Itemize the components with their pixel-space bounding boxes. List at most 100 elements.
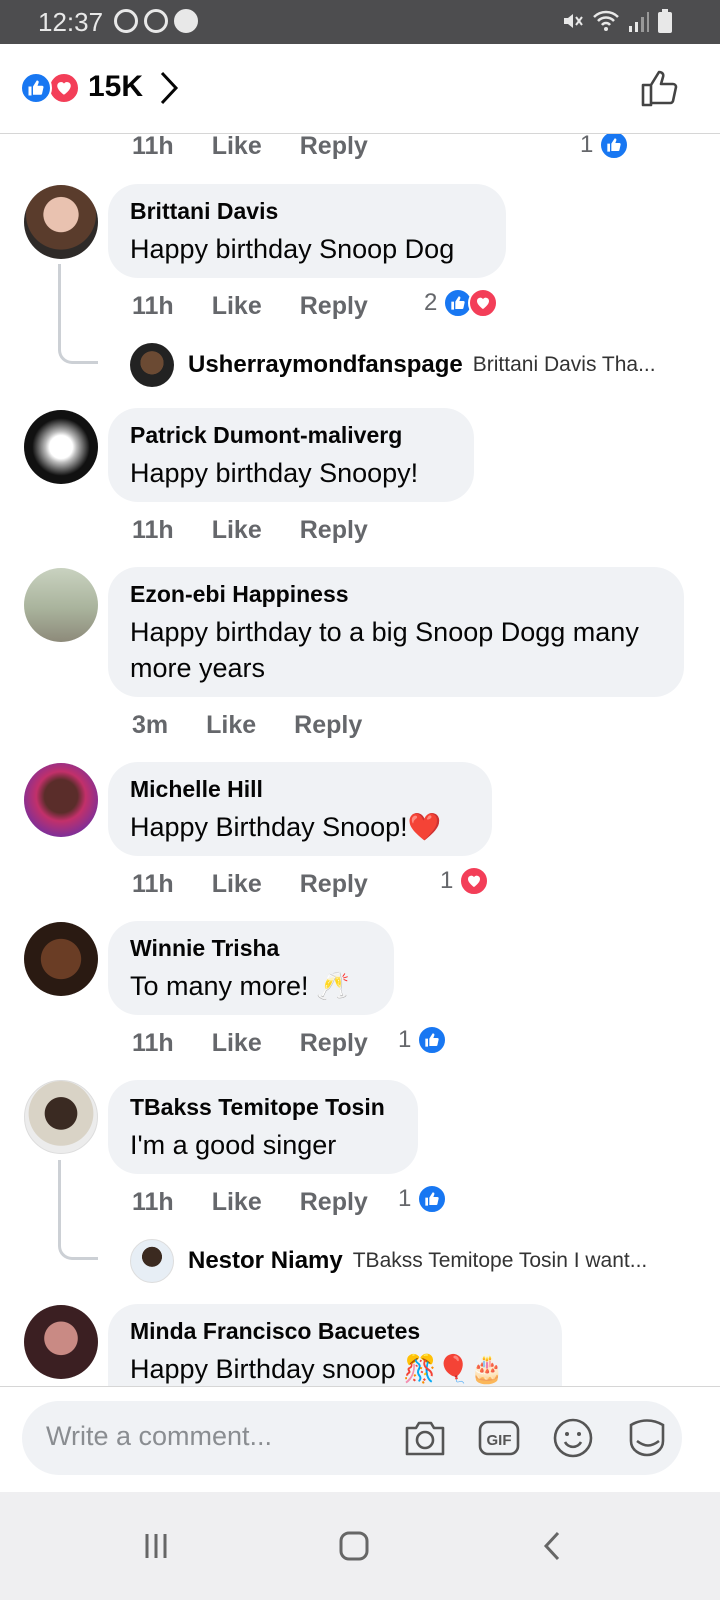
comment-reactions[interactable]: 1 <box>398 1025 448 1055</box>
comment-actions: 11h Like Reply <box>132 1029 406 1058</box>
recent-apps-icon[interactable] <box>136 1526 176 1566</box>
like-button[interactable]: Like <box>206 711 256 740</box>
comment-text: Happy birthday to a big Snoop Dogg many … <box>130 617 639 683</box>
avatar[interactable] <box>24 763 98 837</box>
home-icon[interactable] <box>334 1526 374 1566</box>
commenter-name[interactable]: Brittani Davis <box>130 198 484 225</box>
reply-button[interactable]: Reply <box>300 134 368 161</box>
chevron-right-icon[interactable] <box>158 70 180 106</box>
comment-text: Happy Birthday snoop 🎊🎈🎂 <box>130 1354 505 1384</box>
svg-text:GIF: GIF <box>487 1432 512 1449</box>
wifi-icon <box>593 10 619 31</box>
comment-actions: 11h Like Reply <box>132 292 406 321</box>
back-icon[interactable] <box>532 1526 572 1566</box>
love-reaction-icon <box>459 866 490 896</box>
comment-text: I'm a good singer <box>130 1130 337 1160</box>
reply-text: TBakss Temitope Tosin I want... <box>352 1249 648 1272</box>
sticker-icon[interactable] <box>624 1415 670 1461</box>
signal-icon <box>629 12 649 32</box>
reply-author[interactable]: Nestor Niamy <box>188 1247 343 1275</box>
love-reaction-icon <box>48 72 80 104</box>
commenter-name[interactable]: Michelle Hill <box>130 776 470 803</box>
comment-reactions[interactable]: 1 <box>398 1184 448 1214</box>
comment-reactions[interactable]: 1 <box>580 134 630 160</box>
avatar[interactable] <box>24 1080 98 1154</box>
reply-button[interactable]: Reply <box>300 516 368 545</box>
reply-button[interactable]: Reply <box>300 1188 368 1217</box>
reply-button[interactable]: Reply <box>300 292 368 321</box>
reaction-summary[interactable] <box>20 72 80 104</box>
like-reaction-icon <box>417 1025 448 1055</box>
comments-sheet: 15K 11h Like Reply 1 Brittani Davis Happ… <box>0 44 720 1492</box>
commenter-name[interactable]: Minda Francisco Bacuetes <box>130 1318 540 1345</box>
comment-input[interactable]: Write a comment... GIF <box>22 1401 682 1475</box>
comment-actions: 11h Like Reply <box>132 134 406 161</box>
avatar[interactable] <box>24 568 98 642</box>
comment-bubble: Brittani Davis Happy birthday Snoop Dog <box>108 184 506 278</box>
avatar[interactable] <box>24 410 98 484</box>
status-time: 12:37 <box>38 7 104 37</box>
comment-placeholder: Write a comment... <box>46 1421 273 1451</box>
status-bar: 12:37 <box>0 0 720 44</box>
comment-text: To many more! 🥂 <box>130 971 350 1001</box>
battery-icon <box>658 9 672 33</box>
camera-icon[interactable] <box>402 1415 448 1461</box>
comment-text: Happy birthday Snoop Dog <box>130 234 455 264</box>
notification-icon <box>144 9 168 33</box>
notification-icons <box>114 9 198 33</box>
reaction-count[interactable]: 15K <box>88 70 143 104</box>
comment-bubble: Winnie Trisha To many more! 🥂 <box>108 921 394 1015</box>
like-button[interactable]: Like <box>212 516 262 545</box>
reply-author[interactable]: Usherraymondfanspage <box>188 351 463 379</box>
comment-bubble: TBakss Temitope Tosin I'm a good singer <box>108 1080 418 1174</box>
like-button[interactable]: Like <box>212 292 262 321</box>
comment-time: 11h <box>132 516 174 544</box>
comment-reactions[interactable]: 1 <box>440 866 490 896</box>
reply-button[interactable]: Reply <box>294 711 362 740</box>
like-post-icon[interactable] <box>640 68 680 108</box>
like-button[interactable]: Like <box>212 134 262 161</box>
comment-composer: Write a comment... GIF <box>0 1386 720 1492</box>
reply-preview[interactable]: Nestor Niamy TBakss Temitope Tosin I wan… <box>130 1239 696 1283</box>
phone-icon <box>174 9 198 33</box>
reply-button[interactable]: Reply <box>300 870 368 899</box>
reply-text: Brittani Davis Tha... <box>472 353 656 376</box>
reactions-header: 15K <box>0 44 720 134</box>
comment-time: 11h <box>132 870 174 898</box>
comment-actions: 11h Like Reply <box>132 870 406 899</box>
avatar[interactable] <box>130 343 174 387</box>
commenter-name[interactable]: Winnie Trisha <box>130 935 372 962</box>
reply-preview[interactable]: Usherraymondfanspage Brittani Davis Tha.… <box>130 343 690 387</box>
avatar[interactable] <box>24 1305 98 1379</box>
emoji-icon[interactable] <box>550 1415 596 1461</box>
system-icons <box>560 9 672 33</box>
reply-button[interactable]: Reply <box>300 1029 368 1058</box>
like-button[interactable]: Like <box>212 870 262 899</box>
comment-reactions[interactable]: 2 <box>424 288 499 318</box>
like-reaction-icon <box>599 134 630 160</box>
composer-icons: GIF <box>402 1415 670 1461</box>
whatsapp-icon <box>114 9 138 33</box>
commenter-name[interactable]: Patrick Dumont-maliverg <box>130 422 452 449</box>
comment-time: 11h <box>132 1029 174 1057</box>
system-navigation-bar <box>0 1492 720 1600</box>
reply-thread-line <box>58 264 98 364</box>
like-button[interactable]: Like <box>212 1188 262 1217</box>
comment-bubble: Michelle Hill Happy Birthday Snoop!❤️ <box>108 762 492 856</box>
comment-actions: 3m Like Reply <box>132 711 400 740</box>
comment-text: Happy Birthday Snoop!❤️ <box>130 812 442 842</box>
like-reaction-icon <box>20 72 52 104</box>
commenter-name[interactable]: Ezon-ebi Happiness <box>130 581 662 608</box>
avatar[interactable] <box>130 1239 174 1283</box>
commenter-name[interactable]: TBakss Temitope Tosin <box>130 1094 396 1121</box>
comment-actions: 11h Like Reply <box>132 1188 406 1217</box>
love-reaction-icon <box>468 288 499 318</box>
comment-bubble: Minda Francisco Bacuetes Happy Birthday … <box>108 1304 562 1386</box>
gif-icon[interactable]: GIF <box>476 1415 522 1461</box>
comments-list: 11h Like Reply 1 Brittani Davis Happy bi… <box>0 134 720 1386</box>
comment-actions: 11h Like Reply <box>132 516 406 545</box>
avatar[interactable] <box>24 922 98 996</box>
like-button[interactable]: Like <box>212 1029 262 1058</box>
comment-bubble: Patrick Dumont-maliverg Happy birthday S… <box>108 408 474 502</box>
avatar[interactable] <box>24 185 98 259</box>
